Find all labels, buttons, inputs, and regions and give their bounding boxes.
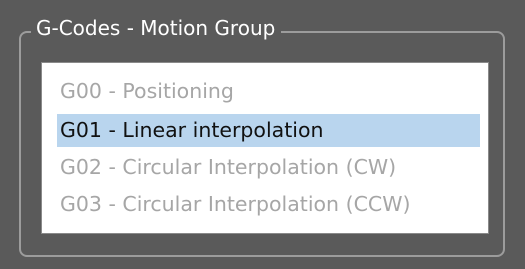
list-item-g02[interactable]: G02 - Circular Interpolation (CW) bbox=[57, 151, 396, 184]
group-title: G-Codes - Motion Group bbox=[31, 12, 282, 44]
list-item-g03[interactable]: G03 - Circular Interpolation (CCW) bbox=[57, 188, 410, 221]
list-item-g01[interactable]: G01 - Linear interpolation bbox=[57, 114, 480, 147]
g-code-list[interactable]: G00 - Positioning G01 - Linear interpola… bbox=[41, 62, 489, 234]
list-item-g00[interactable]: G00 - Positioning bbox=[57, 75, 234, 108]
